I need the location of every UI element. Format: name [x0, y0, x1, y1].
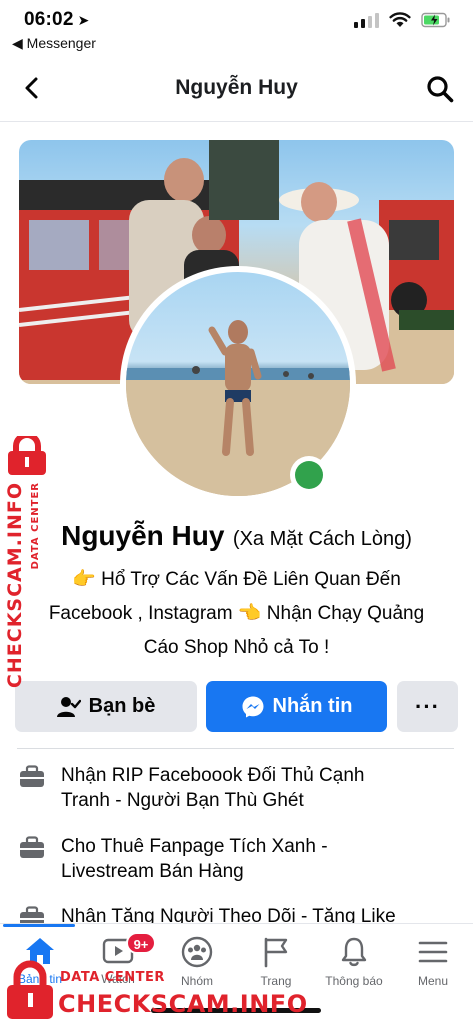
- tab-label: Menu: [417, 974, 449, 988]
- status-bar: 06:02 ➤ ◀ Messenger: [0, 0, 473, 56]
- bio-line: Facebook , Instagram 👈 Nhận Chạy Quảng: [48, 603, 425, 624]
- bio-line: 👉 Hổ Trợ Các Vấn Đề Liên Quan Đến: [72, 569, 401, 590]
- friends-button-label: Bạn bè: [88, 695, 156, 717]
- profile-name: Nguyễn Huy (Xa Mặt Cách Lòng): [0, 520, 473, 552]
- intro-item-work[interactable]: Cho Thuê Fanpage Tích Xanh - Livestream …: [19, 834, 449, 884]
- profile-actions: Bạn bè Nhắn tin ···: [15, 681, 458, 732]
- intro-item-text: Cho Thuê Fanpage Tích Xanh - Livestream …: [61, 834, 328, 884]
- bio-line: Cáo Shop Nhỏ cả To !: [143, 637, 330, 658]
- watermark-brand: CHECKSCAM.INFO: [58, 990, 308, 1018]
- intro-item-text: Nhận RIP Faceboook Đối Thủ Cạnh Tranh - …: [61, 763, 364, 813]
- intro-text-line: Nhận RIP Faceboook Đối Thủ Cạnh: [61, 765, 365, 786]
- watermark-lock-icon: [7, 960, 53, 1019]
- watermark-lock-icon: [8, 436, 46, 475]
- tab-label: Thông báo: [325, 974, 383, 988]
- tab-label: Nhóm: [180, 974, 213, 988]
- tab-menu[interactable]: Menu: [393, 936, 473, 988]
- friends-button[interactable]: Bạn bè: [15, 681, 197, 732]
- navigation-header: Nguyễn Huy: [0, 56, 473, 122]
- intro-text-line: Livestream Bán Hàng: [61, 861, 244, 882]
- tab-pages[interactable]: Trang: [236, 936, 316, 988]
- watermark-brand-vertical: CHECKSCAM.INFO: [4, 482, 26, 689]
- cellular-signal-icon: [354, 12, 379, 28]
- status-icons: [354, 12, 451, 28]
- more-options-button[interactable]: ···: [397, 681, 458, 732]
- messenger-icon: [242, 696, 263, 717]
- intro-item-work[interactable]: Nhận RIP Faceboook Đối Thủ Cạnh Tranh - …: [19, 763, 449, 813]
- location-arrow-icon: ➤: [77, 12, 90, 28]
- briefcase-icon: [20, 836, 44, 858]
- more-options-icon: ···: [415, 693, 440, 719]
- intro-text-line: Tranh - Người Bạn Thù Ghét: [61, 790, 304, 811]
- battery-charging-icon: [421, 12, 450, 28]
- message-button[interactable]: Nhắn tin: [206, 681, 387, 732]
- active-tab-indicator: [3, 924, 75, 927]
- tab-notifications[interactable]: Thông báo: [314, 936, 394, 988]
- intro-text-line: Cho Thuê Fanpage Tích Xanh -: [61, 836, 328, 857]
- online-dot: [295, 461, 323, 489]
- section-divider: [17, 748, 454, 749]
- message-button-label: Nhắn tin: [272, 695, 353, 717]
- search-icon[interactable]: [425, 74, 455, 104]
- friend-check-icon: [56, 696, 81, 717]
- back-to-messenger-link[interactable]: ◀ Messenger: [12, 35, 96, 52]
- profile-bio: 👉 Hổ Trợ Các Vấn Đề Liên Quan Đến Facebo…: [14, 563, 459, 665]
- online-status-indicator: [290, 456, 328, 494]
- tab-label: Trang: [260, 974, 292, 988]
- watermark-data-center-vertical: DATA CENTER: [30, 482, 41, 570]
- profile-name-main: Nguyễn Huy: [61, 520, 225, 551]
- notification-badge: 9+: [126, 932, 156, 954]
- wifi-icon: [389, 12, 411, 27]
- status-time: 06:02 ➤: [24, 9, 90, 31]
- clock: 06:02: [24, 9, 74, 30]
- briefcase-icon: [20, 765, 44, 787]
- profile-alternate-name: (Xa Mặt Cách Lòng): [232, 528, 412, 550]
- tab-groups[interactable]: Nhóm: [157, 936, 237, 988]
- page-title: Nguyễn Huy: [175, 76, 298, 99]
- bell-icon: [341, 937, 367, 967]
- menu-icon: [418, 941, 448, 963]
- flag-icon: [264, 937, 288, 968]
- watermark-data-center: DATA CENTER: [60, 970, 165, 985]
- groups-icon: [181, 936, 213, 968]
